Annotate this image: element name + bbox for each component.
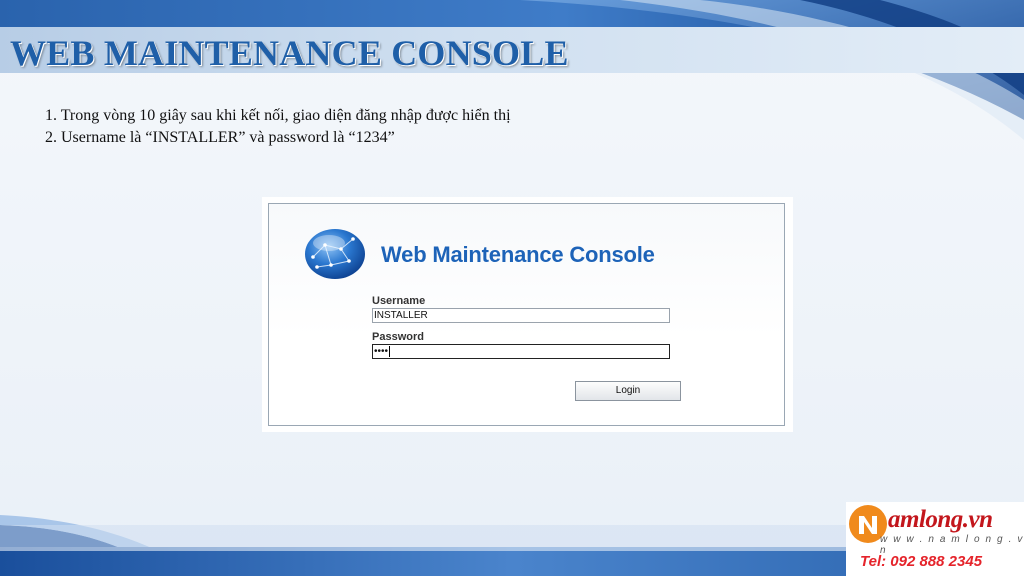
console-title: Web Maintenance Console [381, 242, 655, 267]
username-field[interactable]: INSTALLER [372, 308, 670, 323]
globe-network-icon [305, 229, 365, 279]
instruction-list: 1. Trong vòng 10 giây sau khi kết nối, g… [45, 105, 511, 149]
login-window: Web Maintenance Console Username INSTALL… [268, 203, 785, 426]
presentation-slide: WEB MAINTENANCE CONSOLE 1. Trong vòng 10… [0, 0, 1024, 576]
brand-logo: amlong.vn w w w . n a m l o n g . v n Te… [846, 502, 1024, 576]
text-caret [389, 345, 391, 357]
brand-phone: Tel: 092 888 2345 [860, 553, 983, 570]
slide-title: WEB MAINTENANCE CONSOLE [10, 33, 569, 73]
brand-name: amlong.vn [888, 506, 993, 533]
instruction-item: 2. Username là “INSTALLER” và password l… [45, 129, 395, 146]
login-button[interactable]: Login [575, 381, 681, 401]
password-field[interactable]: •••• [372, 344, 670, 359]
username-label: Username [372, 295, 426, 307]
instruction-item: 1. Trong vòng 10 giây sau khi kết nối, g… [45, 107, 511, 124]
login-screenshot: Web Maintenance Console Username INSTALL… [262, 197, 793, 432]
password-label: Password [372, 331, 424, 343]
password-mask: •••• [374, 346, 389, 357]
